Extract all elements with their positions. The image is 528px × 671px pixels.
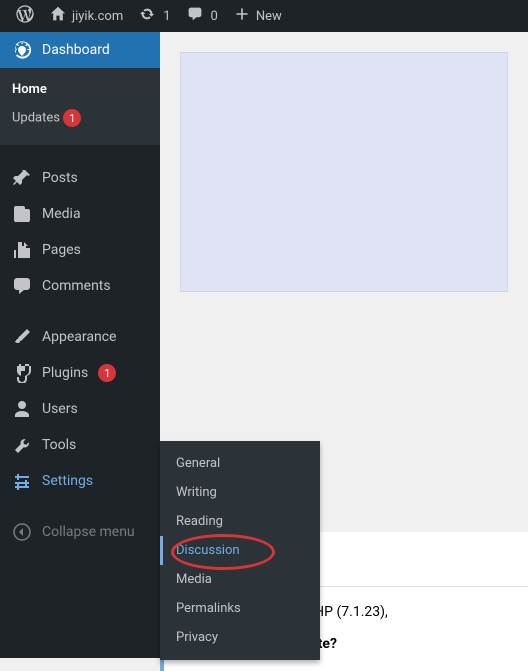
admin-toolbar: jiyik.com 1 0 New [0,0,528,32]
brush-icon [12,327,32,347]
settings-flyout: General Writing Reading Discussion Media… [160,441,320,660]
updates-badge: 1 [63,109,81,127]
updates-count: 1 [163,9,170,24]
menu-plugins[interactable]: Plugins 1 [0,355,160,391]
user-icon [12,399,32,419]
new-link[interactable]: New [226,0,290,32]
comment-icon [187,6,203,26]
comment-icon [12,276,32,296]
menu-label: Users [42,401,78,417]
collapse-menu[interactable]: Collapse menu [0,514,160,550]
pin-icon [12,168,32,188]
dashboard-icon [12,40,32,60]
menu-label: Tools [42,437,76,453]
menu-label: Media [42,206,81,222]
welcome-banner [180,52,508,292]
plugin-icon [12,363,32,383]
menu-comments[interactable]: Comments [0,268,160,304]
submenu-home[interactable]: Home [0,76,160,103]
menu-pages[interactable]: Pages [0,232,160,268]
wp-logo[interactable] [8,0,42,32]
menu-label: Comments [42,278,111,294]
menu-posts[interactable]: Posts [0,160,160,196]
menu-appearance[interactable]: Appearance [0,319,160,355]
flyout-general[interactable]: General [160,449,320,478]
flyout-media[interactable]: Media [160,565,320,594]
menu-tools[interactable]: Tools [0,427,160,463]
menu-settings[interactable]: Settings [0,463,160,499]
settings-icon [12,471,32,491]
flyout-privacy[interactable]: Privacy [160,623,320,652]
submenu-label: Updates [12,111,60,126]
site-name: jiyik.com [72,9,123,24]
menu-label: Settings [42,473,93,489]
menu-label: Plugins [42,365,88,381]
menu-media[interactable]: Media [0,196,160,232]
flyout-reading[interactable]: Reading [160,507,320,536]
menu-label: Dashboard [42,42,110,58]
page-icon [12,240,32,260]
home-icon [50,6,66,26]
plus-icon [234,6,250,26]
menu-label: Appearance [42,329,116,345]
collapse-icon [12,522,32,542]
wordpress-icon [16,5,34,27]
tools-icon [12,435,32,455]
menu-label: Collapse menu [42,524,135,540]
plugins-badge: 1 [98,364,116,382]
new-label: New [256,9,282,24]
updates-link[interactable]: 1 [131,0,178,32]
comments-count: 0 [211,9,218,24]
menu-users[interactable]: Users [0,391,160,427]
admin-sidebar: Dashboard Home Updates 1 Posts Media [0,32,160,658]
menu-label: Pages [42,242,81,258]
menu-dashboard[interactable]: Dashboard [0,32,160,68]
menu-label: Posts [42,170,78,186]
flyout-writing[interactable]: Writing [160,478,320,507]
update-icon [139,6,155,26]
comments-link[interactable]: 0 [179,0,226,32]
submenu-updates[interactable]: Updates 1 [0,103,160,133]
flyout-permalinks[interactable]: Permalinks [160,594,320,623]
dashboard-submenu: Home Updates 1 [0,68,160,145]
flyout-discussion[interactable]: Discussion [160,536,320,565]
site-link[interactable]: jiyik.com [42,0,131,32]
media-icon [12,204,32,224]
